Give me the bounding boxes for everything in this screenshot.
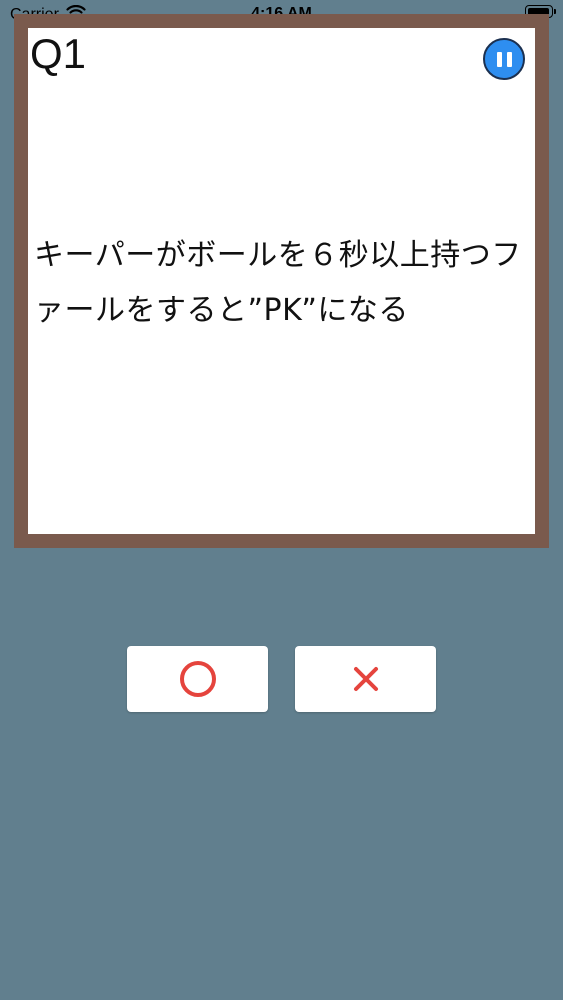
question-number: Q1 bbox=[30, 30, 87, 77]
question-board: Q1 キーパーがボールを６秒以上持つファールをすると”PK”になる bbox=[28, 28, 535, 534]
pause-button[interactable] bbox=[483, 38, 525, 80]
pause-icon bbox=[496, 51, 502, 67]
question-board-frame: Q1 キーパーがボールを６秒以上持つファールをすると”PK”になる bbox=[14, 14, 549, 548]
cross-icon bbox=[353, 667, 378, 691]
question-text: キーパーがボールを６秒以上持つファールをすると”PK”になる bbox=[34, 238, 522, 328]
answer-true-button[interactable] bbox=[127, 646, 268, 712]
answer-false-button[interactable] bbox=[295, 646, 436, 712]
circle-icon bbox=[179, 661, 216, 697]
pause-icon-bar bbox=[506, 51, 512, 67]
